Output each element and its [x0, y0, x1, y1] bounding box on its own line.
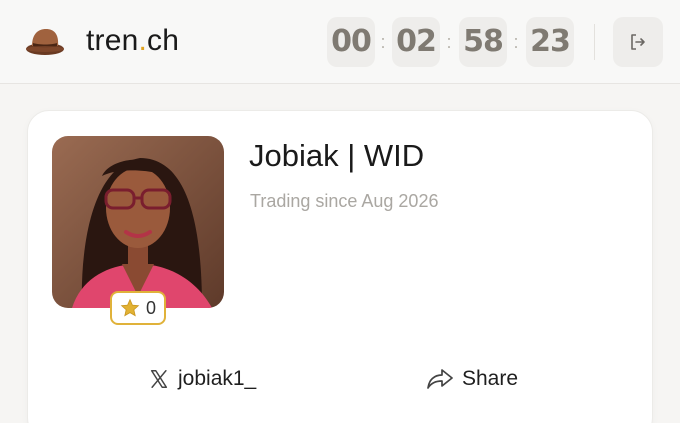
timer-days: 00: [327, 17, 375, 67]
star-icon: [120, 298, 140, 317]
timer-hours: 02: [392, 17, 440, 67]
x-handle: jobiak1_: [178, 367, 257, 390]
logout-button[interactable]: [613, 17, 663, 67]
logout-icon: [631, 34, 645, 50]
brand-name[interactable]: tren.ch: [86, 24, 179, 58]
divider: [594, 24, 595, 60]
share-icon: [427, 369, 453, 389]
star-rating-badge[interactable]: 0: [110, 291, 166, 325]
timer-separator: :: [380, 32, 386, 52]
x-icon: [150, 370, 168, 388]
trading-since: Trading since Aug 2026: [250, 191, 439, 211]
hat-icon[interactable]: [24, 24, 66, 58]
profile-card: 0 Jobiak | WID Trading since Aug 2026 jo…: [27, 110, 653, 423]
avatar: [52, 136, 224, 308]
star-count: 0: [145, 297, 156, 318]
share-button[interactable]: Share: [426, 365, 518, 393]
timer-seconds: 23: [526, 17, 574, 67]
x-profile-link[interactable]: jobiak1_: [148, 365, 256, 393]
profile-name: Jobiak | WID: [249, 138, 425, 173]
top-bar: tren.ch 00 : 02 : 58 : 23: [0, 0, 680, 84]
share-label: Share: [462, 367, 519, 390]
timer-separator: :: [446, 32, 452, 52]
timer-minutes: 58: [459, 17, 507, 67]
timer-separator: :: [513, 32, 519, 52]
